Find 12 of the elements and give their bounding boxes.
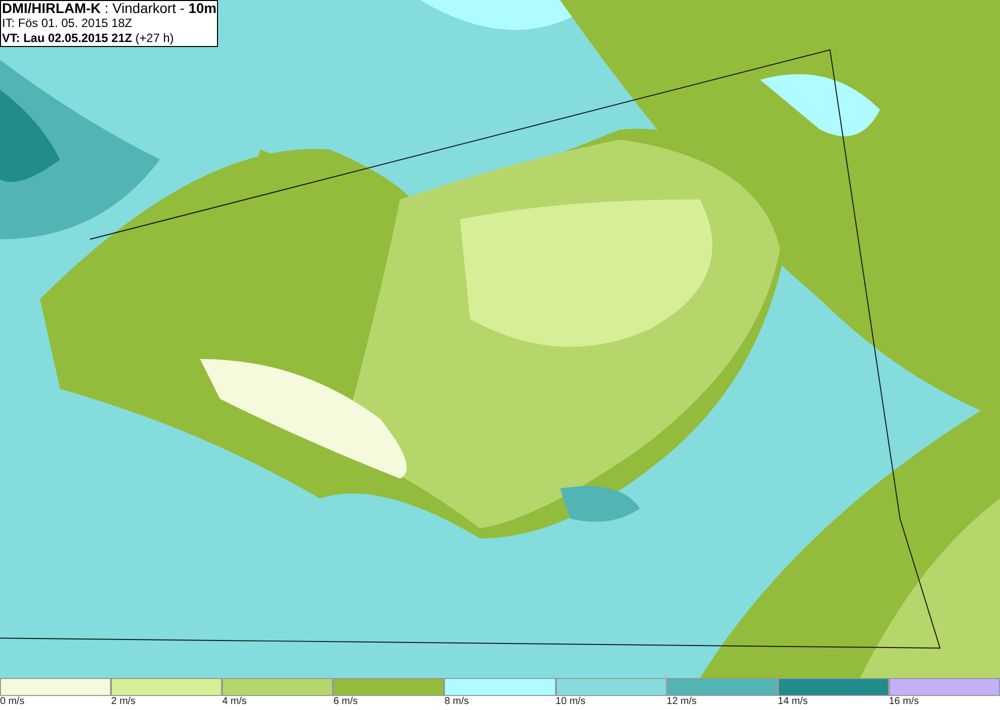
legend-label: 2 m/s	[111, 696, 136, 707]
header-text: VT: Lau 02.05.2015 21Z (+27 h)	[2, 31, 175, 46]
legend-label: 8 m/s	[444, 696, 469, 707]
legend-label: 6 m/s	[333, 696, 358, 707]
legend-label: 0 m/s	[0, 696, 24, 707]
header-text: DMI/HIRLAM-K : Vindarkort - 10m	[2, 1, 216, 16]
legend-label: 10 m/s	[556, 696, 586, 707]
header-text: IT: Fös 01. 05. 2015 18Z	[2, 16, 134, 31]
legend-label: 12 m/s	[666, 696, 697, 707]
legend-label: 16 m/s	[888, 696, 919, 707]
legend-label: 14 m/s	[778, 696, 808, 707]
legend-label: 4 m/s	[222, 696, 247, 707]
